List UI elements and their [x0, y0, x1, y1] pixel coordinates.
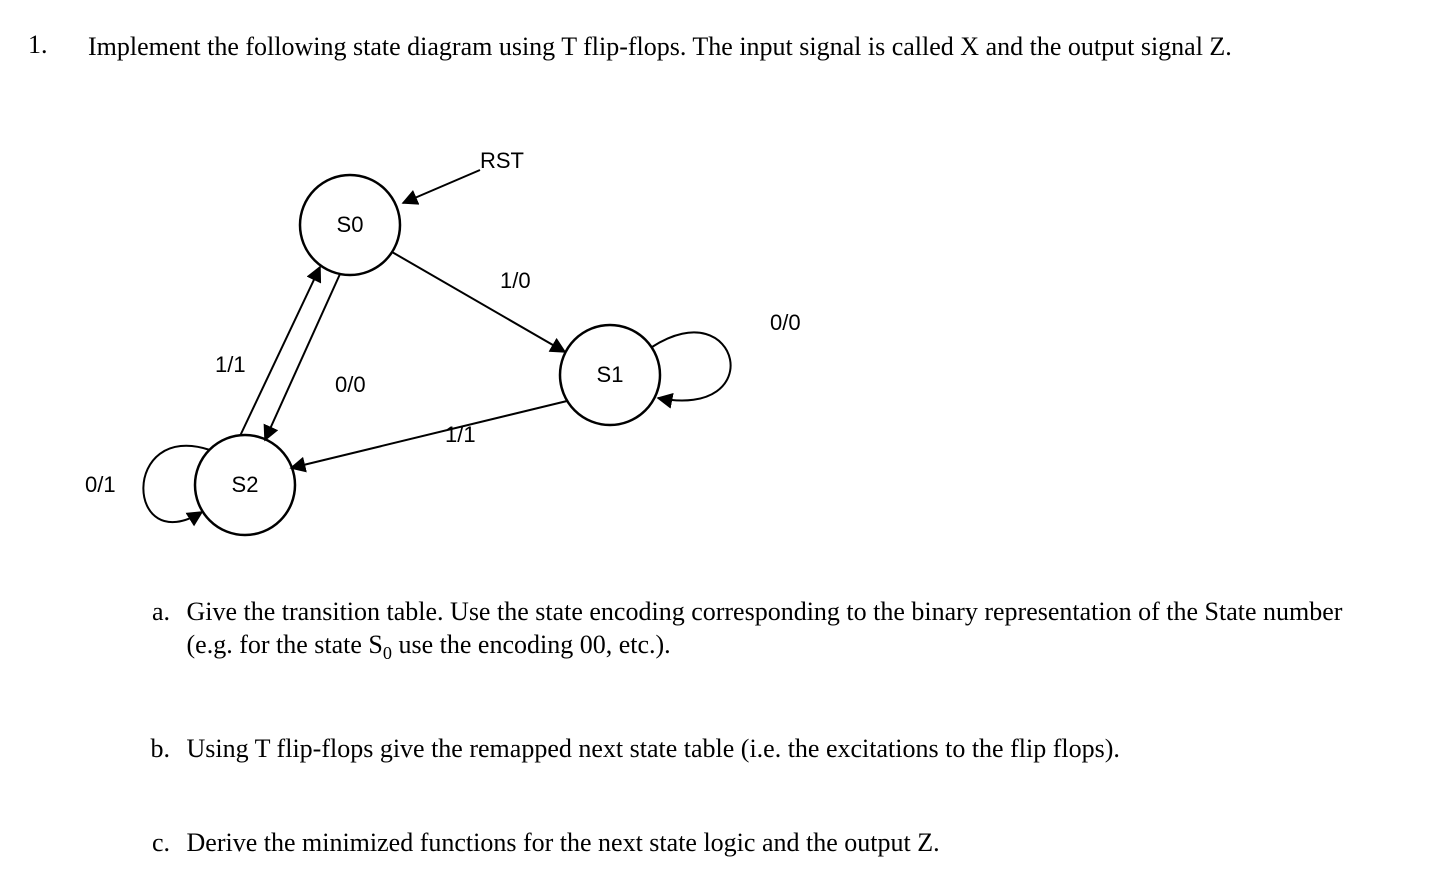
part-a-text: Give the transition table. Use the state… — [187, 596, 1367, 662]
page: 1. Implement the following state diagram… — [0, 0, 1434, 890]
part-c-text: Derive the minimized functions for the n… — [187, 827, 1367, 860]
edge-s0-s1-label: 1/0 — [500, 268, 531, 293]
part-b-label: b. — [130, 733, 180, 766]
edge-s2-s2-label: 0/1 — [85, 472, 116, 497]
edge-s1-s2-label: 1/1 — [445, 422, 476, 447]
part-a-label: a. — [130, 596, 180, 629]
part-b: b. Using T flip-flops give the remapped … — [180, 733, 1410, 766]
edge-s1-s1-label: 0/0 — [770, 310, 801, 335]
rst-label: RST — [480, 148, 524, 173]
part-c: c. Derive the minimized functions for th… — [180, 827, 1410, 860]
part-b-text: Using T flip-flops give the remapped nex… — [187, 733, 1367, 766]
state-s1-label: S1 — [597, 362, 624, 387]
edge-s0-s2-label: 0/0 — [335, 372, 366, 397]
part-a: a. Give the transition table. Use the st… — [180, 596, 1410, 662]
state-s2-label: S2 — [232, 472, 259, 497]
problem-number: 1. — [28, 30, 48, 60]
state-diagram: RST S0 S1 S2 1/0 0/0 1/1 1/1 0/0 — [50, 140, 950, 590]
problem-intro: Implement the following state diagram us… — [88, 30, 1408, 63]
part-c-label: c. — [130, 827, 180, 860]
state-s0-label: S0 — [337, 212, 364, 237]
edge-s2-s0-label: 1/1 — [215, 352, 246, 377]
